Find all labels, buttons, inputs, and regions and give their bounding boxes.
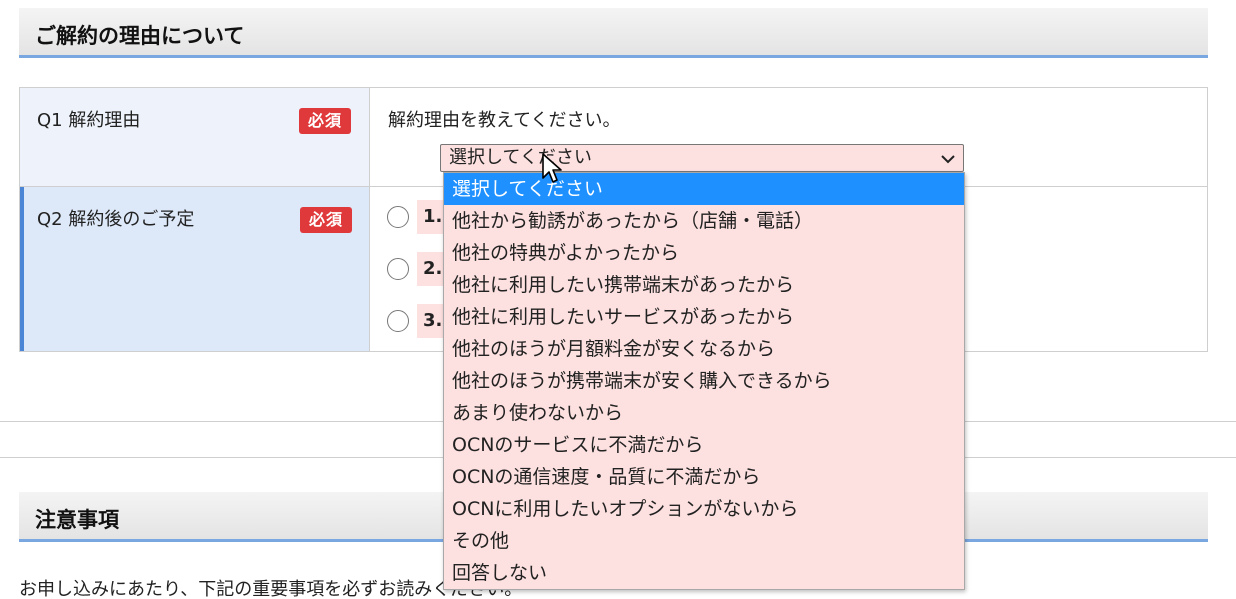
notes-section-title: 注意事項 <box>35 508 119 532</box>
reason-section-header: ご解約の理由について <box>19 8 1208 58</box>
dropdown-option[interactable]: 他社に利用したい携帯端末があったから <box>444 269 964 301</box>
dropdown-option[interactable]: 他社のほうが携帯端末が安く購入できるから <box>444 365 964 397</box>
q2-label: Q2 解約後のご予定 <box>37 209 195 230</box>
mouse-cursor-icon <box>542 153 562 183</box>
dropdown-option[interactable]: 回答しない <box>444 557 964 589</box>
cancellation-form-page: ご解約の理由について Q1 解約理由 必須 解約理由を教えてください。 Q2 解… <box>0 0 1236 599</box>
dropdown-option[interactable]: 他社のほうが月額料金が安くなるから <box>444 333 964 365</box>
dropdown-option[interactable]: 他社から勧誘があったから（店舗・電話） <box>444 205 964 237</box>
radio-button[interactable] <box>387 310 409 332</box>
q1-prompt: 解約理由を教えてください。 <box>388 110 621 131</box>
q1-required-badge: 必須 <box>299 108 351 134</box>
dropdown-option[interactable]: OCNに利用したいオプションがないから <box>444 493 964 525</box>
dropdown-option[interactable]: その他 <box>444 525 964 557</box>
dropdown-option[interactable]: 他社に利用したいサービスがあったから <box>444 301 964 333</box>
radio-button[interactable] <box>387 206 409 228</box>
dropdown-option[interactable]: 選択してください <box>444 173 964 205</box>
dropdown-option[interactable]: OCNのサービスに不満だから <box>444 429 964 461</box>
reason-select[interactable]: 選択してください <box>440 144 964 172</box>
q1-label-cell: Q1 解約理由 必須 <box>20 88 370 186</box>
q2-label-cell: Q2 解約後のご予定 必須 <box>20 187 370 351</box>
radio-button[interactable] <box>387 258 409 280</box>
reason-section-title: ご解約の理由について <box>35 24 245 48</box>
q2-required-badge: 必須 <box>300 207 352 233</box>
reason-select-value: 選択してください <box>449 147 592 168</box>
reason-dropdown-list[interactable]: 選択してください 他社から勧誘があったから（店舗・電話） 他社の特典がよかったか… <box>443 172 965 590</box>
q1-label: Q1 解約理由 <box>37 110 141 131</box>
chevron-down-icon <box>941 155 955 164</box>
dropdown-option[interactable]: 他社の特典がよかったから <box>444 237 964 269</box>
dropdown-option[interactable]: あまり使わないから <box>444 397 964 429</box>
dropdown-option[interactable]: OCNの通信速度・品質に不満だから <box>444 461 964 493</box>
